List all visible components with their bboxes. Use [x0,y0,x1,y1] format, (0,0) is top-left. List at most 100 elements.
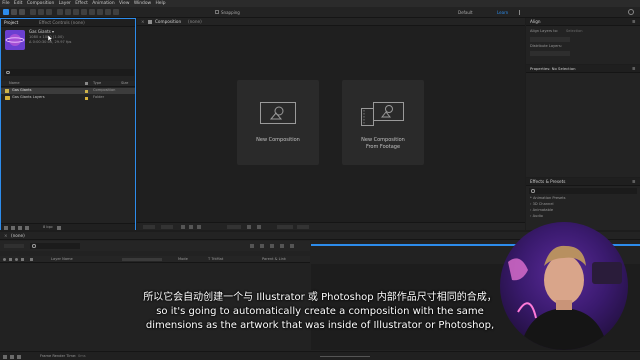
timecode-display[interactable] [4,244,24,248]
col-parent-link[interactable]: Parent & Link [262,257,286,262]
region-icon[interactable] [181,225,185,229]
brush-tool-icon[interactable] [81,9,87,15]
effects-search-input[interactable] [529,188,637,194]
effects-item[interactable]: › Audio [530,214,543,219]
comp-lock-icon[interactable] [148,20,152,24]
tab-composition-state[interactable]: (none) [188,19,202,24]
effects-item[interactable]: › Animatable [530,208,553,213]
toggle-stretch-icon[interactable] [17,354,21,359]
panel-menu-icon[interactable]: ≡ [632,179,636,184]
align-header: Align ≡ [526,18,640,26]
project-search-input[interactable] [4,69,134,76]
magnification-dropdown[interactable] [143,225,155,229]
menu-view[interactable]: View [117,0,132,7]
toggle-switches-icon[interactable] [3,354,7,359]
project-footer: 8 bpc [1,223,135,230]
new-composition-button[interactable]: New Composition [237,80,319,165]
col-name[interactable]: Name [9,81,20,86]
effects-item[interactable]: › 3D Channel [530,202,554,207]
comp-tab-close-icon[interactable]: × [141,19,145,24]
item-name: Gas Giants Layers [12,95,45,100]
col-layer-name[interactable]: Layer Name [51,257,73,262]
menu-layer[interactable]: Layer [56,0,73,7]
graph-editor-icon[interactable] [290,244,294,248]
eraser-tool-icon[interactable] [97,9,103,15]
type-tool-icon[interactable] [73,9,79,15]
item-type: Composition [93,88,116,93]
rotate-tool-icon[interactable] [30,9,36,15]
menu-file[interactable]: File [0,0,12,7]
snapping-label: Snapping [221,9,240,15]
label-icon [30,257,33,261]
new-comp-icon[interactable] [18,225,22,230]
zoom-slider[interactable] [320,356,370,357]
interpret-footage-icon[interactable] [4,225,8,230]
new-comp-from-footage-button[interactable]: New Composition From Footage [342,80,424,165]
col-size[interactable]: Size [121,81,128,86]
col-trkmat[interactable]: T TrkMat [208,257,223,262]
shape-tool-icon[interactable] [57,9,63,15]
search-icon [6,70,10,74]
bpc-label[interactable]: 8 bpc [43,225,53,230]
align-panel: Align ≡ Align Layers to: Selection Distr… [526,18,640,64]
tab-project[interactable]: Project [4,20,18,25]
tab-effect-controls[interactable]: Effect Controls (none) [39,20,85,25]
shy-icon[interactable] [260,244,264,248]
search-help-icon[interactable] [628,9,634,15]
views-dropdown[interactable] [297,225,309,229]
mask-visibility-icon[interactable] [197,225,201,229]
hand-tool-icon[interactable] [11,9,17,15]
tab-timeline[interactable]: (none) [11,233,25,238]
effects-item[interactable]: * Animation Presets [530,196,565,201]
col-type[interactable]: Type [93,81,101,86]
distribute-buttons[interactable] [530,51,570,56]
menu-edit[interactable]: Edit [12,0,25,7]
workspace-learn[interactable]: Learn [497,10,508,15]
resolution-dropdown[interactable] [161,225,173,229]
timeline-search-input[interactable] [30,243,80,249]
properties-panel: Properties: No Selection ≡ [526,65,640,177]
frame-blending-icon[interactable] [270,244,274,248]
workspace-overflow-icon[interactable] [519,10,523,15]
menu-effect[interactable]: Effect [73,0,90,7]
align-buttons[interactable] [530,37,570,42]
trash-icon[interactable] [57,225,61,230]
selection-tool-icon[interactable] [3,9,9,15]
pan-tool-icon[interactable] [46,9,52,15]
new-folder-icon[interactable] [11,225,15,230]
clone-tool-icon[interactable] [89,9,95,15]
panel-menu-icon[interactable]: ≡ [632,66,636,71]
tab-composition[interactable]: Composition [155,19,181,24]
timeline-close-icon[interactable]: × [4,233,8,238]
comp-thumbnail [5,30,25,50]
transparency-grid-icon[interactable] [189,225,193,229]
snapshot-icon[interactable] [247,225,251,229]
search-icon [531,189,535,193]
camera-tool-icon[interactable] [38,9,44,15]
menu-animation[interactable]: Animation [90,0,117,7]
search-icon [32,244,36,248]
channel-icon[interactable] [257,225,261,229]
label-icon [85,82,88,85]
puppet-tool-icon[interactable] [113,9,119,15]
toggle-modes-icon[interactable] [10,354,14,359]
folder-icon [5,96,10,100]
panel-menu-icon[interactable]: ≡ [632,19,636,24]
timecode-field[interactable] [227,225,241,229]
menu-help[interactable]: Help [153,0,167,7]
motion-blur-icon[interactable] [280,244,284,248]
camera-view-dropdown[interactable] [277,225,293,229]
align-selection-dropdown[interactable]: Selection [566,29,583,34]
menu-composition[interactable]: Composition [25,0,57,7]
project-settings-icon[interactable] [25,225,29,230]
draft-3d-icon[interactable] [250,244,254,248]
pen-tool-icon[interactable] [65,9,71,15]
zoom-tool-icon[interactable] [19,9,25,15]
workspace-default[interactable]: Default [458,10,473,15]
snapping-checkbox[interactable] [215,10,219,14]
roto-tool-icon[interactable] [105,9,111,15]
project-row-comp[interactable]: Gas Giants Composition [1,88,135,94]
col-mode[interactable]: Mode [178,257,188,262]
menu-window[interactable]: Window [132,0,154,7]
project-row-folder[interactable]: Gas Giants Layers Folder [1,95,135,101]
